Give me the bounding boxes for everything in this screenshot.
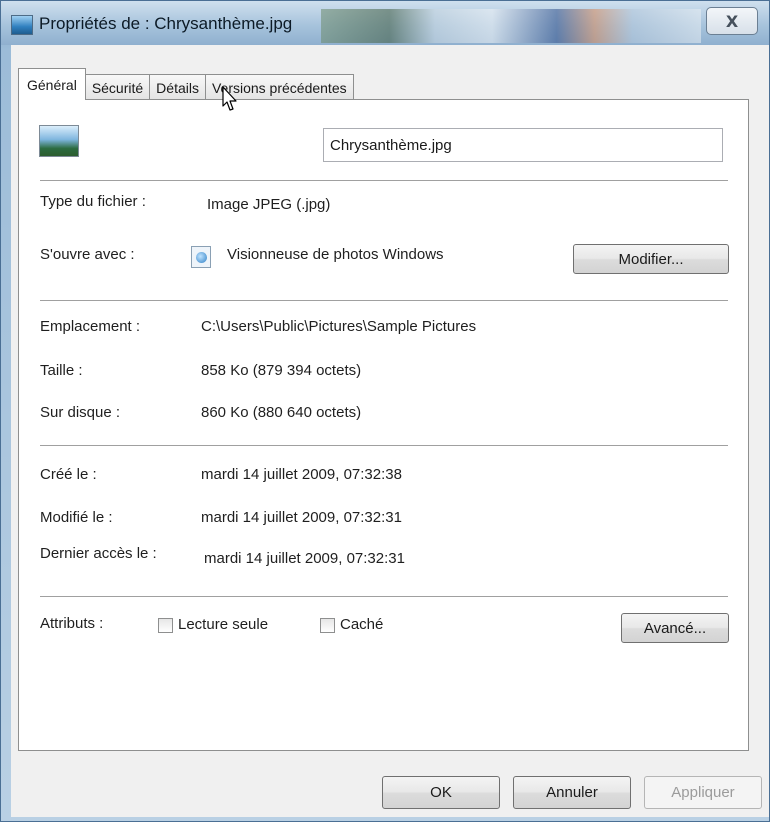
separator (40, 180, 728, 181)
file-type-value: Image JPEG (.jpg) (207, 196, 331, 213)
size-label: Taille : (40, 362, 83, 379)
close-icon: X (725, 11, 739, 31)
opens-with-value: Visionneuse de photos Windows (227, 246, 444, 263)
readonly-checkbox[interactable] (158, 618, 173, 633)
modified-label: Modifié le : (40, 509, 113, 526)
created-value: mardi 14 juillet 2009, 07:32:38 (201, 466, 402, 483)
image-file-icon (11, 15, 33, 35)
hidden-checkbox[interactable] (320, 618, 335, 633)
modified-value: mardi 14 juillet 2009, 07:32:31 (201, 509, 402, 526)
accessed-value: mardi 14 juillet 2009, 07:32:31 (204, 550, 405, 567)
attributes-label: Attributs : (40, 615, 104, 632)
file-type-label: Type du fichier : (40, 193, 146, 210)
tab-details[interactable]: Détails (149, 74, 206, 100)
cancel-button[interactable]: Annuler (513, 776, 631, 809)
created-label: Créé le : (40, 466, 97, 483)
mouse-cursor-icon (222, 86, 237, 111)
advanced-button[interactable]: Avancé... (621, 613, 729, 643)
location-label: Emplacement : (40, 318, 141, 335)
apply-button: Appliquer (644, 776, 762, 809)
location-value: C:\Users\Public\Pictures\Sample Pictures (201, 318, 477, 335)
photo-viewer-icon (191, 246, 211, 268)
hidden-label[interactable]: Caché (340, 616, 383, 633)
opens-with-label: S'ouvre avec : (40, 246, 135, 263)
change-button[interactable]: Modifier... (573, 244, 729, 274)
size-value: 858 Ko (879 394 octets) (201, 362, 362, 379)
ok-button[interactable]: OK (382, 776, 500, 809)
title-bar[interactable]: Propriétés de : Chrysanthème.jpg X (1, 1, 769, 45)
tab-strip: Général Sécurité Détails Versions précéd… (18, 68, 354, 100)
window-title: Propriétés de : Chrysanthème.jpg (39, 14, 293, 33)
close-button[interactable]: X (706, 7, 758, 35)
tab-general[interactable]: Général (18, 68, 86, 100)
file-name-field[interactable] (323, 128, 723, 162)
title-bar-image-strip (321, 9, 701, 43)
file-thumbnail-icon (39, 125, 79, 157)
tab-security[interactable]: Sécurité (84, 74, 151, 100)
readonly-label[interactable]: Lecture seule (178, 616, 268, 633)
separator (40, 445, 728, 446)
size-on-disk-value: 860 Ko (880 640 octets) (201, 404, 362, 421)
accessed-label: Dernier accès le : (40, 545, 157, 562)
size-on-disk-label: Sur disque : (40, 404, 121, 421)
separator (40, 596, 728, 597)
separator (40, 300, 728, 301)
